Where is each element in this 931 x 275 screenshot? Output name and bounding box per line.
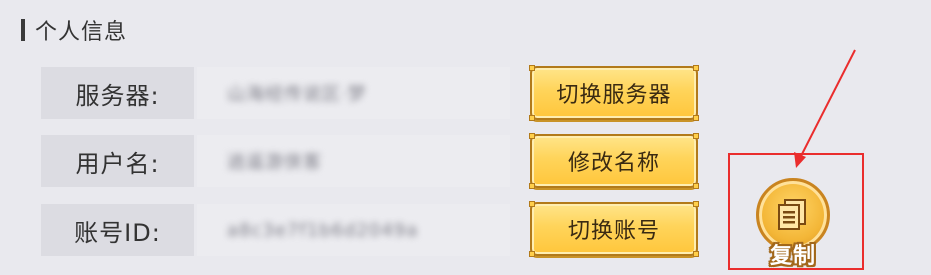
section-header: 个人信息 <box>21 15 127 45</box>
account-id-value-field: a8c3e7f1b6d2049a <box>197 204 510 256</box>
server-label: 服务器: <box>41 67 194 119</box>
account-id-row: 账号ID: a8c3e7f1b6d2049a <box>41 204 510 256</box>
button-corner <box>529 251 535 257</box>
username-value: 逍遥游侠客 <box>227 152 322 173</box>
button-corner <box>529 201 535 207</box>
button-corner <box>693 115 699 121</box>
button-corner <box>693 65 699 71</box>
button-corner <box>693 201 699 207</box>
button-corner <box>529 115 535 121</box>
switch-server-label: 切换服务器 <box>556 83 672 108</box>
switch-server-button[interactable]: 切换服务器 <box>529 65 699 121</box>
section-title: 个人信息 <box>35 20 128 45</box>
username-value-field: 逍遥游侠客 <box>197 135 510 187</box>
server-value-field: 山海经传说区·梦 <box>197 67 510 119</box>
button-corner <box>693 251 699 257</box>
button-corner <box>693 133 699 139</box>
server-value: 山海经传说区·梦 <box>227 84 367 105</box>
switch-account-label: 切换账号 <box>567 219 660 244</box>
account-id-label: 账号ID: <box>41 204 194 256</box>
server-row: 服务器: 山海经传说区·梦 <box>41 67 510 119</box>
copy-label: 复制 <box>769 244 816 269</box>
button-corner <box>529 133 535 139</box>
copy-button[interactable]: 复制 <box>752 178 834 275</box>
rename-label: 修改名称 <box>567 151 660 176</box>
button-corner <box>529 183 535 189</box>
account-id-value: a8c3e7f1b6d2049a <box>227 219 419 241</box>
rename-button[interactable]: 修改名称 <box>529 133 699 189</box>
username-row: 用户名: 逍遥游侠客 <box>41 135 510 187</box>
section-accent-bar <box>21 19 25 41</box>
copy-icon <box>778 199 806 230</box>
switch-account-button[interactable]: 切换账号 <box>529 201 699 257</box>
username-label: 用户名: <box>41 135 194 187</box>
button-corner <box>693 183 699 189</box>
button-corner <box>529 65 535 71</box>
